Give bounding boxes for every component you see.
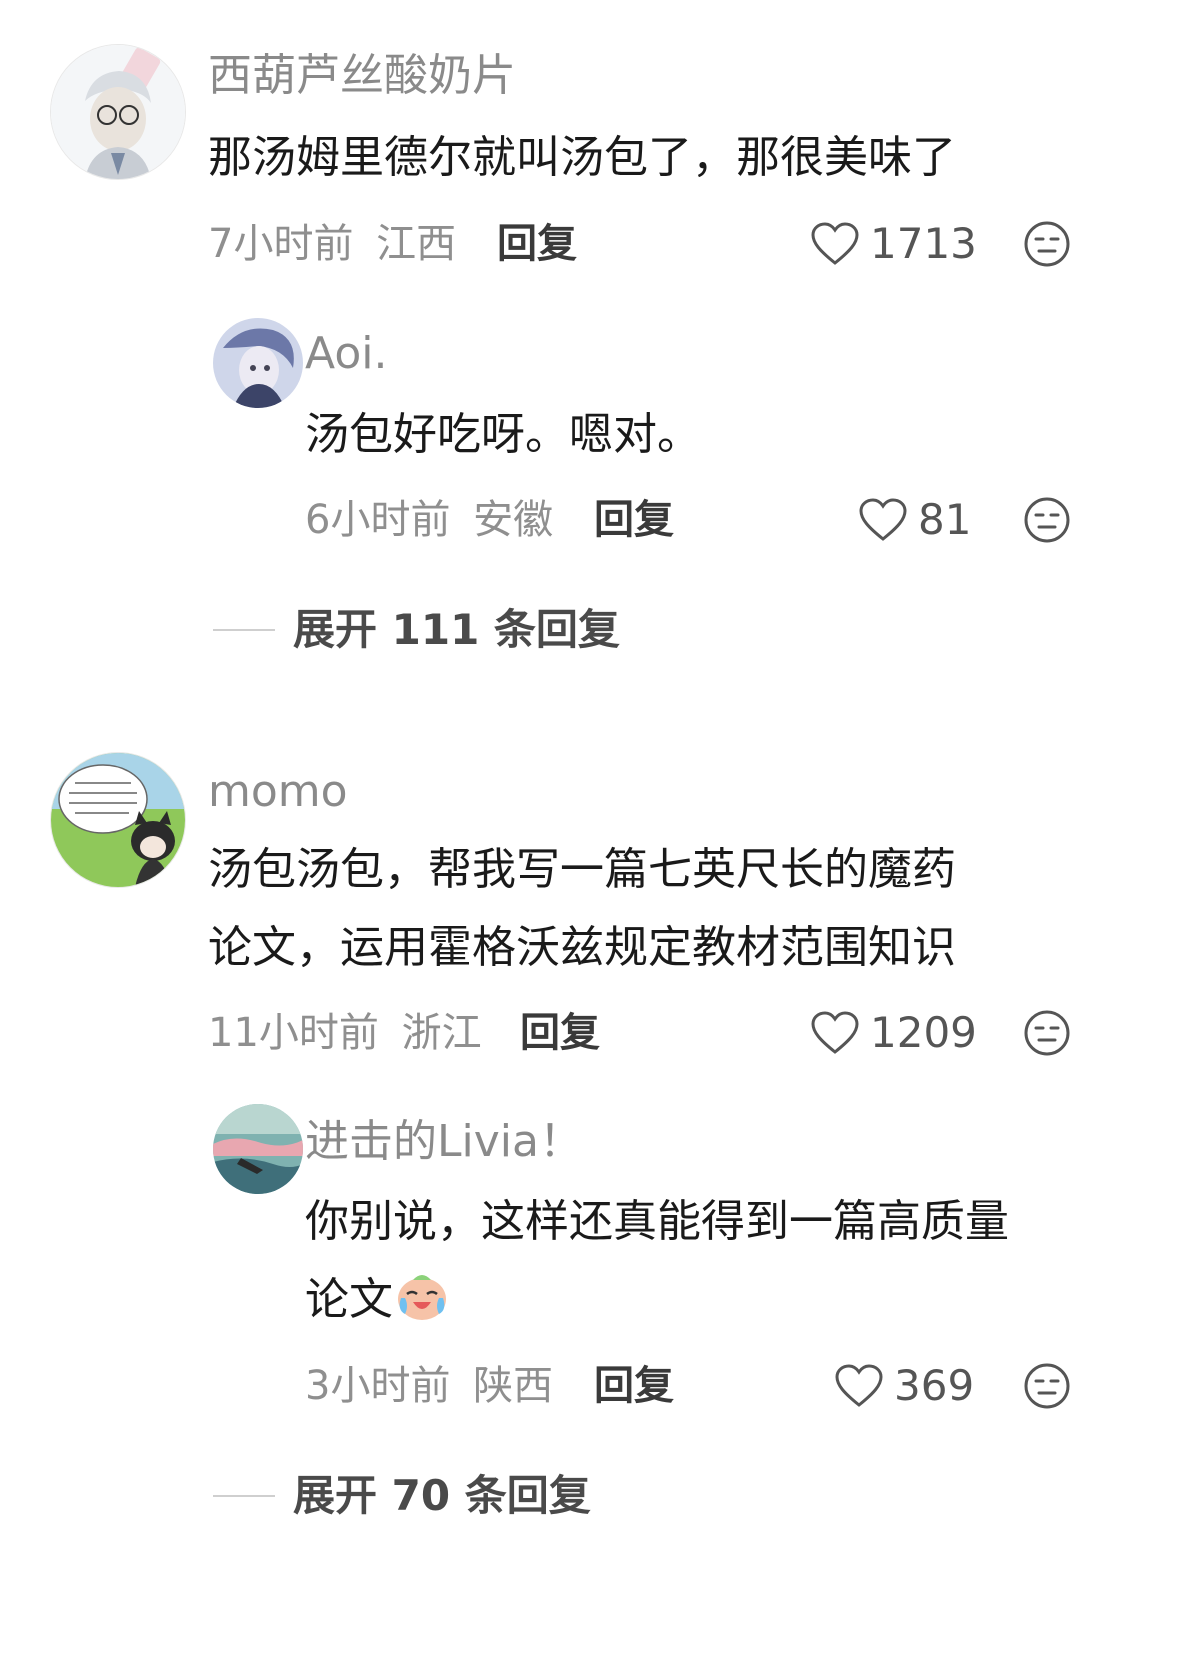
avatar[interactable] [213,1104,303,1194]
username[interactable]: 进击的Livia！ [305,1116,583,1168]
reply-button[interactable]: 回复 [594,1360,674,1412]
location: 陕西 [473,1363,554,1409]
reply-button[interactable]: 回复 [520,1007,600,1059]
reply-text-line: 论文 [305,1260,451,1340]
like-button[interactable]: 81 [858,494,971,546]
neutral-face-icon [1024,221,1070,267]
timestamp: 11小时前 [208,1010,379,1056]
username[interactable]: momo [208,766,348,818]
avatar[interactable] [50,752,186,888]
comment-text: 那汤姆里德尔就叫汤包了，那很美味了 [208,132,956,183]
reply-text-line: 你别说，这样还真能得到一篇高质量 [305,1196,1009,1247]
reply-meta: 6小时前 安徽 [305,494,553,546]
avatar-white-hair-boy-icon [51,45,185,179]
username[interactable]: Aoi. [305,328,387,380]
avatar-anime-blue-icon [213,318,303,408]
username[interactable]: 西葫芦丝酸奶片 [208,50,516,102]
reaction-button[interactable] [1022,1361,1072,1411]
like-button[interactable]: 1713 [810,218,977,270]
comment-meta: 7小时前 江西 [208,218,456,270]
divider [213,1495,275,1497]
expand-replies-button[interactable]: 展开 111 条回复 [213,604,620,656]
heart-outline-icon [811,1011,859,1054]
reaction-button[interactable] [1022,219,1072,269]
heart-outline-icon [811,222,859,265]
like-count: 369 [894,1361,975,1410]
avatar[interactable] [213,318,303,408]
like-button[interactable]: 369 [834,1360,974,1412]
reaction-button[interactable] [1022,1008,1072,1058]
location: 浙江 [401,1010,482,1056]
reply-meta: 3小时前 陕西 [305,1360,553,1412]
like-count: 1209 [870,1008,977,1057]
location: 安徽 [473,497,554,543]
timestamp: 7小时前 [208,221,354,267]
comment-text-line: 论文，运用霍格沃兹规定教材范围知识 [208,922,956,973]
timestamp: 6小时前 [305,497,451,543]
comment-meta: 11小时前 浙江 [208,1007,482,1059]
expand-replies-button[interactable]: 展开 70 条回复 [213,1470,591,1522]
neutral-face-icon [1024,1363,1070,1409]
comment-text-line: 汤包汤包，帮我写一篇七英尺长的魔药 [208,844,956,895]
expand-label: 展开 70 条回复 [293,1471,591,1520]
like-button[interactable]: 1209 [810,1007,977,1059]
crying-laughing-emoji-icon [398,1275,446,1320]
avatar[interactable] [50,44,186,180]
reply-text: 汤包好吃呀。嗯对。 [305,409,701,460]
heart-outline-icon [835,1364,883,1407]
neutral-face-icon [1024,497,1070,543]
avatar-landscape-teal-icon [213,1104,303,1194]
neutral-face-icon [1024,1010,1070,1056]
reaction-button[interactable] [1022,495,1072,545]
reply-button[interactable]: 回复 [497,218,577,270]
location: 江西 [376,221,457,267]
avatar-cat-boy-grass-icon [51,753,185,887]
divider [213,629,275,631]
like-count: 81 [918,495,972,544]
expand-label: 展开 111 条回复 [293,605,620,654]
reply-button[interactable]: 回复 [594,494,674,546]
like-count: 1713 [870,219,977,268]
heart-outline-icon [859,498,907,541]
reply-text-line2: 论文 [305,1274,393,1325]
timestamp: 3小时前 [305,1363,451,1409]
